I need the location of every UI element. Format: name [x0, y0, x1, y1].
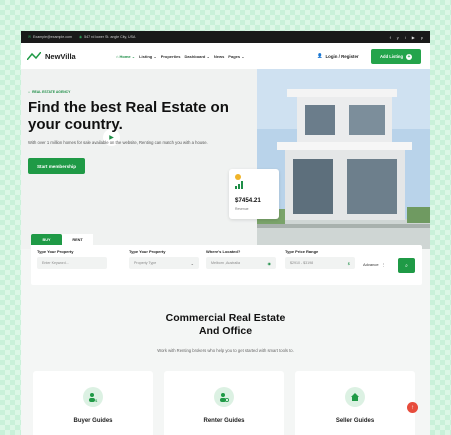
guide-cards: $ Buyer Guides Renter Guides Seller Guid…: [33, 371, 415, 435]
nav-item-dashboard[interactable]: Dashboard ⌄: [184, 54, 209, 59]
keyword-input[interactable]: Enter Keyword...: [37, 257, 107, 269]
location-input[interactable]: Melborn ,Australia ◉: [206, 257, 276, 269]
advance-filter-button[interactable]: Advance ⋮: [363, 262, 386, 267]
location-pin-icon: ◉: [267, 260, 272, 266]
facebook-icon[interactable]: f: [390, 35, 391, 40]
dollar-icon: $: [347, 260, 350, 266]
more-icon: ⋮: [381, 262, 386, 267]
plus-icon: +: [406, 53, 413, 60]
top-bar: ✉ Example@example.com ◉ 547 rd lower St. a…: [21, 31, 430, 43]
nav-item-pages[interactable]: Pages ⌄: [228, 54, 244, 59]
home-icon: ⌂: [28, 90, 31, 94]
buyer-guides-card[interactable]: $ Buyer Guides: [33, 371, 153, 435]
main-nav: NewVilla ⌂ Home ⌄ Listing ⌄ Properties D…: [21, 43, 430, 69]
house-icon: [345, 387, 365, 407]
address-text: ◉ 547 rd lower St. angle City, USA: [79, 35, 136, 39]
page-frame: ✉ Example@example.com ◉ 547 rd lower St. a…: [21, 31, 430, 435]
instagram-icon[interactable]: i: [405, 35, 406, 40]
mail-icon: ✉: [28, 35, 32, 39]
nav-item-properties[interactable]: Properties: [161, 54, 181, 59]
nav-item-home[interactable]: ⌂ Home ⌄: [116, 54, 135, 59]
bar-chart-icon: [235, 181, 243, 189]
nav-item-news[interactable]: News: [214, 54, 224, 59]
svg-text:$: $: [95, 398, 98, 402]
tab-rent[interactable]: RENT: [62, 234, 93, 245]
hero-description: With over 1 million homes for sale avail…: [28, 140, 208, 145]
user-icon: 👤: [317, 53, 323, 58]
buyer-icon: $: [83, 387, 103, 407]
location-field: Where's Located? Melborn ,Australia ◉: [206, 249, 276, 269]
coin-icon: [235, 174, 241, 180]
add-listing-button[interactable]: Add Listing +: [371, 49, 421, 64]
social-links: f y i ▶ p: [390, 35, 423, 40]
twitter-icon[interactable]: y: [397, 35, 399, 40]
search-tabs: BUY RENT: [31, 234, 422, 245]
revenue-label: Revenue: [235, 207, 249, 211]
property-type-select[interactable]: Property Type ⌄: [129, 257, 199, 269]
logo[interactable]: NewVilla: [27, 52, 76, 61]
logo-icon: [27, 52, 41, 60]
chevron-down-icon: ⌄: [190, 260, 194, 266]
start-membership-button[interactable]: Start membership: [28, 158, 85, 174]
seller-guides-card[interactable]: Seller Guides: [295, 371, 415, 435]
renter-icon: [214, 387, 234, 407]
section-subtitle: Work with Renting brokers who help you t…: [157, 348, 294, 353]
price-range-input[interactable]: $2910 - $3198 $: [285, 257, 355, 269]
location-icon: ◉: [79, 35, 83, 39]
tab-buy[interactable]: BUY: [31, 234, 62, 245]
nav-menu: ⌂ Home ⌄ Listing ⌄ Properties Dashboard …: [116, 54, 245, 59]
revenue-card: $7454.21 Revenue: [229, 169, 279, 219]
revenue-amount: $7454.21: [235, 197, 261, 204]
keyword-field: Type Your Property Enter Keyword...: [37, 249, 107, 269]
property-search: BUY RENT Type Your Property Enter Keywor…: [31, 234, 422, 285]
nav-item-listing[interactable]: Listing ⌄: [139, 54, 157, 59]
hero-title: Find the best Real Estate on your countr…: [28, 99, 229, 133]
pinterest-icon[interactable]: p: [421, 35, 423, 40]
search-icon: ⌕: [405, 262, 408, 269]
arrow-up-icon: ↑: [411, 404, 414, 411]
youtube-icon[interactable]: ▶: [412, 35, 415, 40]
scroll-to-top-button[interactable]: ↑: [407, 402, 418, 413]
section-title: Commercial Real Estate And Office: [165, 312, 286, 337]
search-form: Type Your Property Enter Keyword... Type…: [31, 245, 422, 285]
email-link[interactable]: ✉ Example@example.com: [28, 35, 72, 39]
renter-guides-card[interactable]: Renter Guides: [164, 371, 284, 435]
login-register-link[interactable]: 👤 Login / Register: [317, 53, 359, 59]
search-button[interactable]: ⌕: [398, 258, 415, 273]
house-image: [257, 69, 430, 249]
hero-tag: ⌂ REAL ESTATE AGENCY: [28, 90, 71, 94]
property-type-field: Type Your Property Property Type ⌄: [129, 249, 199, 269]
price-range-field: Type Price Range $2910 - $3198 $: [285, 249, 355, 269]
